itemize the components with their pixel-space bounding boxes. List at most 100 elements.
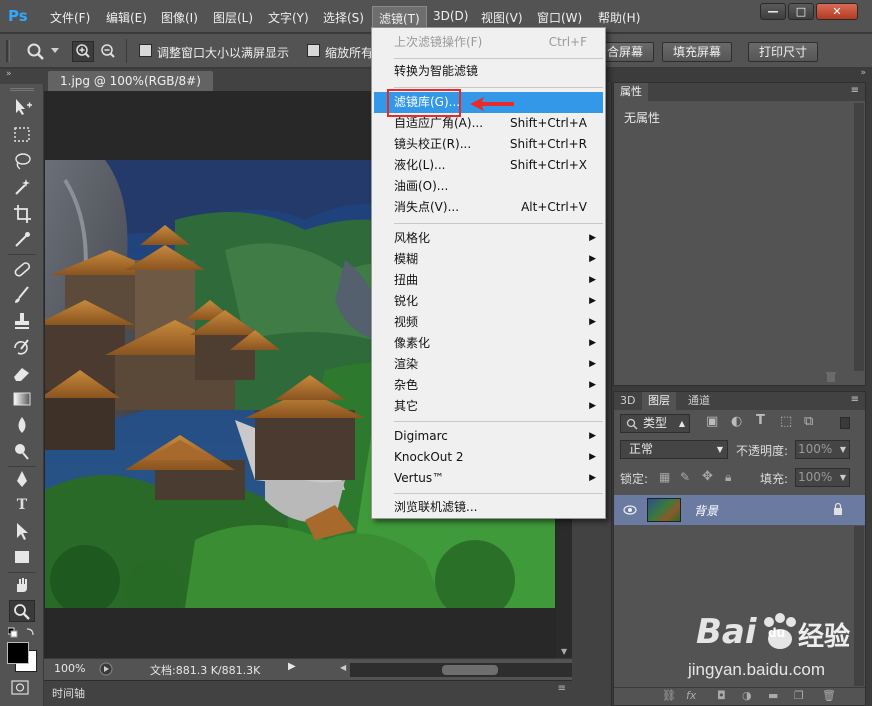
menu-help[interactable]: 帮助(H) <box>598 9 640 26</box>
menu-view[interactable]: 视图(V) <box>481 9 523 26</box>
eye-icon[interactable] <box>623 505 637 515</box>
lock-all-icon[interactable]: 🔒︎ <box>725 470 731 485</box>
lock-transparent-icon[interactable]: ▦ <box>659 470 670 484</box>
eyedropper-tool-icon[interactable] <box>9 228 35 250</box>
menu-item-knockout[interactable]: KnockOut 2 ▶ <box>374 447 603 468</box>
move-tool-icon[interactable] <box>9 96 35 118</box>
opacity-input[interactable]: 100% ▼ <box>795 440 850 459</box>
menu-edit[interactable]: 编辑(E) <box>106 9 147 26</box>
filter-adjustment-icon[interactable]: ◐ <box>731 414 742 429</box>
scroll-left-icon[interactable]: ◀ <box>340 663 346 672</box>
menu-3d[interactable]: 3D(D) <box>433 9 468 23</box>
quick-mask-icon[interactable] <box>11 680 31 696</box>
zoom-out-icon[interactable] <box>98 42 118 61</box>
magic-wand-tool-icon[interactable] <box>9 176 35 198</box>
chevron-down-icon[interactable] <box>51 48 59 54</box>
filter-smart-object-icon[interactable]: ⧉ <box>804 414 813 429</box>
blur-tool-icon[interactable] <box>9 414 35 436</box>
menu-item-distort[interactable]: 扭曲 ▶ <box>374 270 603 291</box>
zoom-all-checkbox[interactable] <box>307 44 320 57</box>
collapse-icon[interactable]: » <box>860 68 866 78</box>
dodge-tool-icon[interactable] <box>9 440 35 462</box>
lasso-tool-icon[interactable] <box>9 150 35 172</box>
menu-item-noise[interactable]: 杂色 ▶ <box>374 375 603 396</box>
menu-item-browse-filters-online[interactable]: 浏览联机滤镜... <box>374 497 603 518</box>
fill-input[interactable]: 100% ▼ <box>795 468 850 487</box>
menu-image[interactable]: 图像(I) <box>161 9 198 26</box>
default-colors-icon[interactable] <box>8 627 36 639</box>
zoom-level[interactable]: 100% <box>54 662 85 675</box>
brush-tool-icon[interactable] <box>9 284 35 306</box>
menu-window[interactable]: 窗口(W) <box>537 9 582 26</box>
zoom-tool-icon[interactable] <box>9 600 35 622</box>
foreground-color-swatch[interactable] <box>7 642 29 664</box>
menu-item-lens-correction[interactable]: 镜头校正(R)... Shift+Ctrl+R <box>374 134 603 155</box>
tab-channels[interactable]: 通道 <box>682 392 716 410</box>
panel-scrollbar[interactable] <box>854 103 864 371</box>
tab-properties[interactable]: 属性 <box>614 83 648 101</box>
menu-item-liquify[interactable]: 液化(L)... Shift+Ctrl+X <box>374 155 603 176</box>
fill-screen-button[interactable]: 填充屏幕 <box>662 42 733 62</box>
crop-tool-icon[interactable] <box>9 202 35 224</box>
export-icon[interactable] <box>99 662 113 676</box>
menu-file[interactable]: 文件(F) <box>50 9 90 26</box>
menu-item-sharpen[interactable]: 锐化 ▶ <box>374 291 603 312</box>
menu-item-blur[interactable]: 模糊 ▶ <box>374 249 603 270</box>
menu-item-render[interactable]: 渲染 ▶ <box>374 354 603 375</box>
close-window-button[interactable]: ✕ <box>816 3 858 20</box>
print-size-button[interactable]: 打印尺寸 <box>748 42 819 62</box>
layer-kind-filter[interactable]: 类型 ▲ <box>620 414 690 433</box>
menu-filter[interactable]: 滤镜(T) <box>372 6 427 28</box>
history-brush-tool-icon[interactable] <box>9 336 35 358</box>
gradient-tool-icon[interactable] <box>9 388 35 410</box>
tab-3d[interactable]: 3D <box>614 392 641 410</box>
filter-type-icon[interactable]: T <box>756 413 765 428</box>
menu-item-vertus[interactable]: Vertus™ ▶ <box>374 468 603 489</box>
menu-item-oil-paint[interactable]: 油画(O)... <box>374 176 603 197</box>
menu-select[interactable]: 选择(S) <box>323 9 364 26</box>
pen-tool-icon[interactable] <box>9 468 35 490</box>
menu-item-video[interactable]: 视频 ▶ <box>374 312 603 333</box>
resize-windows-checkbox[interactable] <box>139 44 152 57</box>
filter-shape-icon[interactable]: ⬚ <box>780 414 792 429</box>
lock-brush-icon[interactable]: ✎ <box>680 470 690 484</box>
menu-layer[interactable]: 图层(L) <box>213 9 253 26</box>
timeline-label[interactable]: 时间轴 <box>52 685 85 701</box>
path-selection-tool-icon[interactable] <box>9 520 35 542</box>
collapse-icon[interactable]: » <box>6 69 12 79</box>
eraser-tool-icon[interactable] <box>9 362 35 384</box>
minimize-button[interactable]: — <box>760 3 786 20</box>
scroll-down-icon[interactable]: ▼ <box>561 647 567 656</box>
menu-item-digimarc[interactable]: Digimarc ▶ <box>374 426 603 447</box>
menu-item-other[interactable]: 其它 ▶ <box>374 396 603 417</box>
menu-item-stylize[interactable]: 风格化 ▶ <box>374 228 603 249</box>
filter-toggle[interactable] <box>840 417 850 429</box>
menu-item-convert-smart-filter[interactable]: 转换为智能滤镜 <box>374 61 603 82</box>
healing-brush-tool-icon[interactable] <box>9 258 35 280</box>
panel-menu-icon[interactable]: ≡ <box>558 683 566 694</box>
blend-mode-select[interactable]: 正常 ▼ <box>620 440 728 459</box>
panel-menu-icon[interactable]: ≡ <box>851 394 859 405</box>
info-menu-arrow-icon[interactable]: ▶ <box>288 661 296 672</box>
rectangle-tool-icon[interactable] <box>9 546 35 568</box>
menu-type[interactable]: 文字(Y) <box>268 9 309 26</box>
menu-item-vanishing-point[interactable]: 消失点(V)... Alt+Ctrl+V <box>374 197 603 218</box>
horizontal-scrollbar[interactable]: ◀ ▶ <box>340 663 600 677</box>
scroll-thumb[interactable] <box>442 665 498 675</box>
tab-layers[interactable]: 图层 <box>642 392 676 410</box>
hand-tool-icon[interactable] <box>9 574 35 596</box>
clone-stamp-tool-icon[interactable] <box>9 310 35 332</box>
trash-icon[interactable] <box>825 371 837 383</box>
filter-pixel-icon[interactable]: ▣ <box>706 414 718 429</box>
lock-move-icon[interactable]: ✥ <box>702 469 713 484</box>
layer-name[interactable]: 背景 <box>694 502 718 519</box>
menu-item-last-filter[interactable]: 上次滤镜操作(F) Ctrl+F <box>374 32 603 53</box>
layer-row[interactable]: 背景 <box>614 495 865 525</box>
document-tab[interactable]: 1.jpg @ 100%(RGB/8#) <box>48 71 213 91</box>
maximize-button[interactable]: □ <box>788 3 814 20</box>
type-tool-icon[interactable]: T <box>9 494 35 516</box>
marquee-tool-icon[interactable] <box>9 124 35 146</box>
zoom-tool-preset-icon[interactable] <box>26 42 46 60</box>
zoom-in-button[interactable] <box>72 41 94 62</box>
panel-menu-icon[interactable]: ≡ <box>851 85 859 96</box>
